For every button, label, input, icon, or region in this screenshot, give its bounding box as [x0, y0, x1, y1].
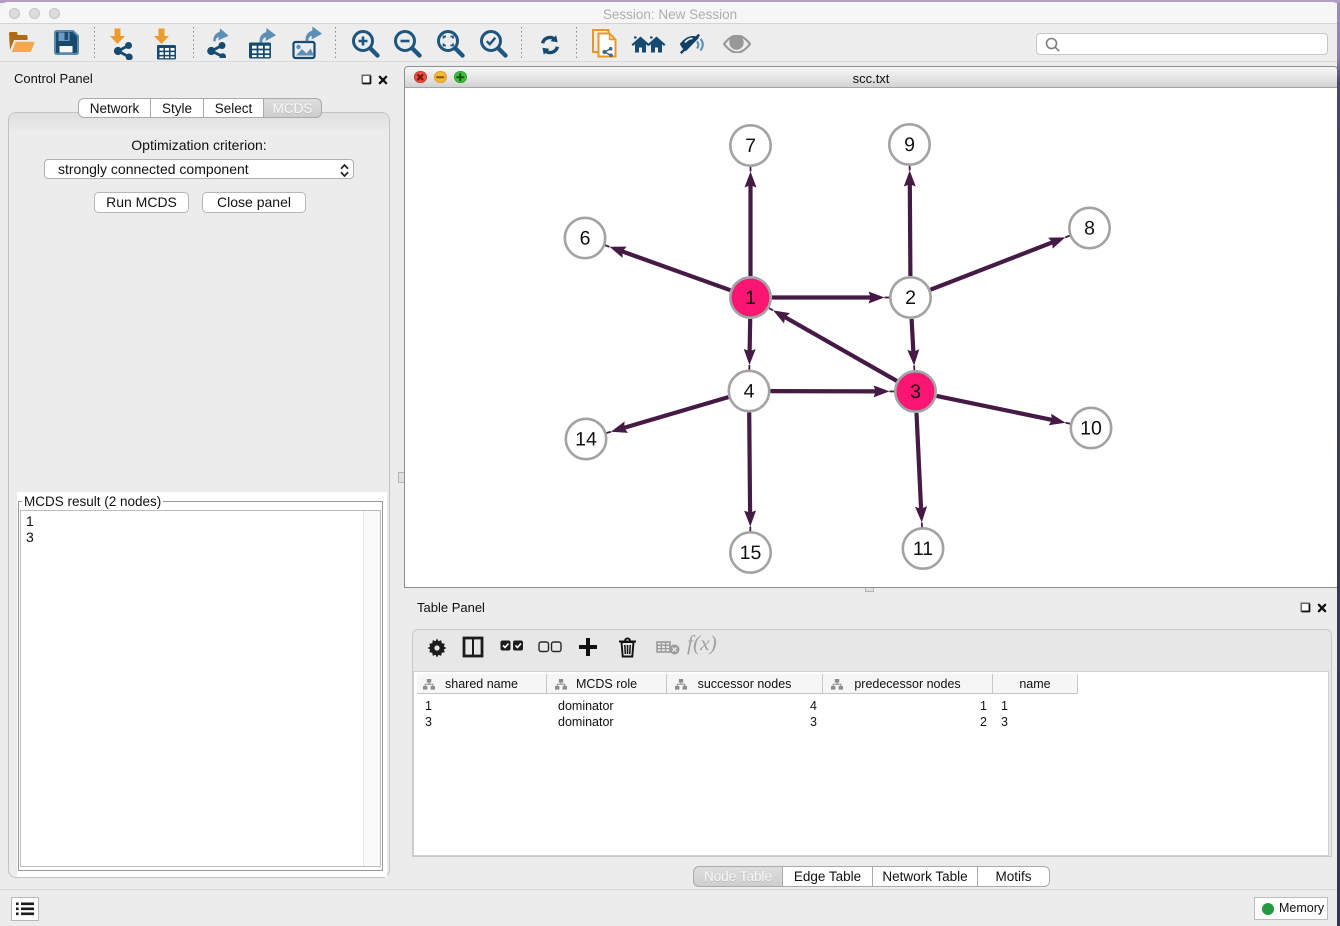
- svg-text:8: 8: [1084, 218, 1095, 240]
- svg-text:10: 10: [1080, 418, 1102, 440]
- svg-text:11: 11: [913, 538, 933, 560]
- svg-text:9: 9: [904, 134, 915, 156]
- svg-text:4: 4: [744, 381, 755, 403]
- svg-text:2: 2: [905, 287, 916, 309]
- svg-text:14: 14: [575, 429, 597, 451]
- svg-text:15: 15: [740, 542, 762, 564]
- svg-text:6: 6: [580, 228, 591, 250]
- svg-text:1: 1: [745, 287, 756, 309]
- svg-text:3: 3: [910, 381, 921, 403]
- svg-text:7: 7: [745, 135, 756, 157]
